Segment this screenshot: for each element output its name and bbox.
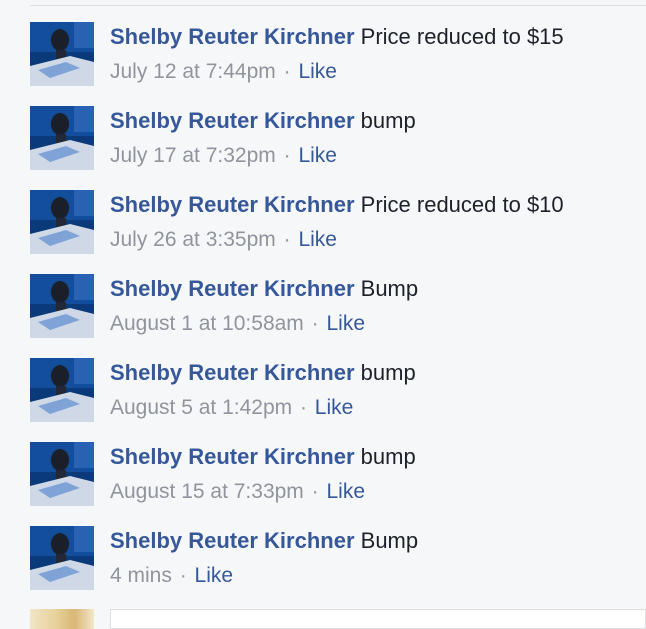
meta-separator: · bbox=[173, 564, 193, 587]
comment-item: Shelby Reuter Kirchner bump July 17 at 7… bbox=[30, 106, 630, 176]
meta-separator: · bbox=[305, 312, 325, 335]
comment-author-link[interactable]: Shelby Reuter Kirchner bbox=[110, 108, 355, 133]
comment-item: Shelby Reuter Kirchner bump August 5 at … bbox=[30, 358, 630, 428]
comment-author-link[interactable]: Shelby Reuter Kirchner bbox=[110, 276, 355, 301]
comment-author-link[interactable]: Shelby Reuter Kirchner bbox=[110, 528, 355, 553]
comment-text: bump bbox=[360, 444, 416, 469]
like-link[interactable]: Like bbox=[326, 480, 365, 503]
comment-text: bump bbox=[360, 360, 416, 385]
comment-author-link[interactable]: Shelby Reuter Kirchner bbox=[110, 24, 355, 49]
comment-timestamp[interactable]: August 5 at 1:42pm bbox=[110, 396, 292, 419]
comment-timestamp[interactable]: July 17 at 7:32pm bbox=[110, 144, 276, 167]
comment-author-link[interactable]: Shelby Reuter Kirchner bbox=[110, 192, 355, 217]
reply-input[interactable] bbox=[110, 609, 646, 629]
meta-separator: · bbox=[277, 228, 297, 251]
comment-text: Price reduced to $15 bbox=[360, 24, 564, 49]
commenter-avatar[interactable] bbox=[30, 22, 94, 86]
comment-item: Shelby Reuter Kirchner Bump August 1 at … bbox=[30, 274, 630, 344]
like-link[interactable]: Like bbox=[326, 312, 365, 335]
like-link[interactable]: Like bbox=[298, 144, 337, 167]
meta-separator: · bbox=[305, 480, 325, 503]
commenter-avatar[interactable] bbox=[30, 190, 94, 254]
comment-timestamp[interactable]: July 26 at 3:35pm bbox=[110, 228, 276, 251]
comment-timestamp[interactable]: 4 mins bbox=[110, 564, 172, 587]
comment-item: Shelby Reuter Kirchner bump August 15 at… bbox=[30, 442, 630, 512]
comment-item: Shelby Reuter Kirchner Price reduced to … bbox=[30, 190, 630, 260]
meta-separator: · bbox=[277, 60, 297, 83]
comment-author-link[interactable]: Shelby Reuter Kirchner bbox=[110, 360, 355, 385]
comment-text: Bump bbox=[360, 276, 419, 301]
comment-text: Bump bbox=[360, 528, 419, 553]
like-link[interactable]: Like bbox=[315, 396, 354, 419]
comment-text: Price reduced to $10 bbox=[360, 192, 564, 217]
comment-timestamp[interactable]: August 1 at 10:58am bbox=[110, 312, 304, 335]
comment-item: Shelby Reuter Kirchner Price reduced to … bbox=[30, 22, 630, 92]
current-user-avatar[interactable] bbox=[30, 609, 94, 629]
commenter-avatar[interactable] bbox=[30, 274, 94, 338]
comment-timestamp[interactable]: July 12 at 7:44pm bbox=[110, 60, 276, 83]
meta-separator: · bbox=[277, 144, 297, 167]
like-link[interactable]: Like bbox=[298, 60, 337, 83]
commenter-avatar[interactable] bbox=[30, 358, 94, 422]
commenter-avatar[interactable] bbox=[30, 442, 94, 506]
section-divider bbox=[30, 5, 646, 6]
comment-text: bump bbox=[360, 108, 416, 133]
commenter-avatar[interactable] bbox=[30, 106, 94, 170]
comment-item: Shelby Reuter Kirchner Bump 4 mins · Lik… bbox=[30, 526, 630, 596]
commenter-avatar[interactable] bbox=[30, 526, 94, 590]
like-link[interactable]: Like bbox=[298, 228, 337, 251]
comment-timestamp[interactable]: August 15 at 7:33pm bbox=[110, 480, 304, 503]
like-link[interactable]: Like bbox=[195, 564, 234, 587]
comment-author-link[interactable]: Shelby Reuter Kirchner bbox=[110, 444, 355, 469]
meta-separator: · bbox=[294, 396, 313, 419]
reply-composer bbox=[30, 609, 646, 629]
